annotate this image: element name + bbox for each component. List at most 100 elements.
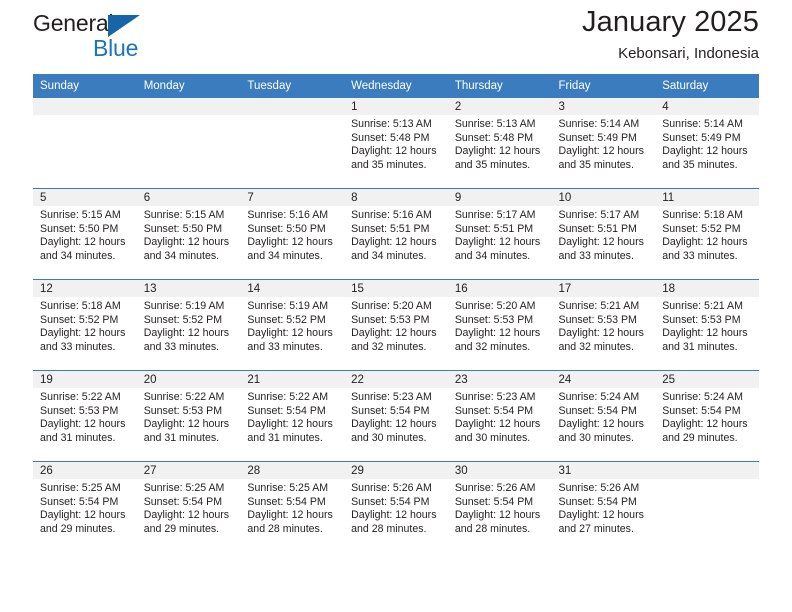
calendar-day-cell[interactable]: 29 Sunrise: 5:26 AM Sunset: 5:54 PM Dayligh… — [344, 461, 448, 552]
day-details: Sunrise: 5:18 AM Sunset: 5:52 PM Daylight:… — [655, 206, 759, 263]
sunrise-text: Sunrise: 5:18 AM — [40, 300, 121, 312]
brand-logo[interactable]: General Blue — [33, 10, 213, 66]
calendar-week-row: 1 Sunrise: 5:13 AM Sunset: 5:48 PM Daylight… — [33, 98, 759, 189]
day-number: 23 — [447, 371, 552, 388]
calendar-day-cell-inner: 21 Sunrise: 5:22 AM Sunset: 5:54 PM Dayligh… — [240, 371, 345, 461]
calendar-day-cell[interactable]: 19 Sunrise: 5:22 AM Sunset: 5:53 PM Dayligh… — [33, 370, 137, 462]
calendar-day-cell[interactable]: 18 Sunrise: 5:21 AM Sunset: 5:53 PM Dayligh… — [655, 279, 759, 371]
day-details: Sunrise: 5:22 AM Sunset: 5:53 PM Daylight:… — [137, 388, 241, 445]
calendar-day-cell[interactable]: 16 Sunrise: 5:20 AM Sunset: 5:53 PM Dayligh… — [447, 279, 552, 371]
calendar-day-cell[interactable]: 10 Sunrise: 5:17 AM Sunset: 5:51 PM Dayligh… — [551, 188, 656, 280]
day-details: Sunrise: 5:25 AM Sunset: 5:54 PM Daylight:… — [137, 479, 241, 536]
calendar-day-cell[interactable]: 4 Sunrise: 5:14 AM Sunset: 5:49 PM Daylight… — [655, 98, 759, 189]
calendar-day-cell-inner: 22 Sunrise: 5:23 AM Sunset: 5:54 PM Dayligh… — [344, 371, 448, 461]
calendar-day-cell[interactable]: 5 Sunrise: 5:15 AM Sunset: 5:50 PM Daylight… — [33, 188, 137, 280]
calendar-day-cell[interactable]: 24 Sunrise: 5:24 AM Sunset: 5:54 PM Dayligh… — [551, 370, 656, 462]
sunset-text: Sunset: 5:50 PM — [40, 222, 119, 235]
daylight-text-line2: and 27 minutes. — [558, 522, 634, 535]
calendar-day-cell[interactable]: 6 Sunrise: 5:15 AM Sunset: 5:50 PM Daylight… — [136, 188, 241, 280]
sunrise-text: Sunrise: 5:22 AM — [143, 391, 225, 403]
daylight-text-line2: and 32 minutes. — [351, 340, 427, 353]
day-number: 14 — [240, 280, 345, 297]
calendar-week-row: 19 Sunrise: 5:22 AM Sunset: 5:53 PM Dayligh… — [33, 370, 759, 462]
daylight-text-line1: Daylight: 12 hours — [143, 509, 230, 522]
calendar-day-cell[interactable]: 28 Sunrise: 5:25 AM Sunset: 5:54 PM Dayligh… — [240, 461, 345, 552]
sunrise-text: Sunrise: 5:22 AM — [40, 391, 121, 403]
sunrise-text: Sunrise: 5:15 AM — [40, 209, 121, 221]
daylight-text-line1: Daylight: 12 hours — [247, 418, 333, 431]
calendar-day-cell-inner — [240, 98, 345, 188]
calendar-day-cell-inner — [655, 462, 759, 552]
calendar-day-cell[interactable]: 15 Sunrise: 5:20 AM Sunset: 5:53 PM Dayligh… — [344, 279, 448, 371]
brand-logo-text-blue: Blue — [93, 35, 139, 61]
calendar-day-cell[interactable]: 1 Sunrise: 5:13 AM Sunset: 5:48 PM Daylight… — [344, 98, 448, 189]
daylight-text-line2: and 34 minutes. — [247, 249, 323, 262]
calendar-day-cell[interactable]: 20 Sunrise: 5:22 AM Sunset: 5:53 PM Dayligh… — [136, 370, 241, 462]
calendar-day-cell[interactable]: 31 Sunrise: 5:26 AM Sunset: 5:54 PM Dayligh… — [551, 461, 656, 552]
calendar-day-cell[interactable]: 22 Sunrise: 5:23 AM Sunset: 5:54 PM Dayligh… — [344, 370, 448, 462]
day-number: 17 — [551, 280, 656, 297]
calendar-page: General Blue January 2025 Kebonsari, Ind… — [0, 0, 792, 612]
sunset-text: Sunset: 5:54 PM — [558, 404, 637, 417]
day-number — [136, 98, 241, 115]
daylight-text-line2: and 29 minutes. — [40, 522, 116, 535]
calendar-day-cell-inner: 10 Sunrise: 5:17 AM Sunset: 5:51 PM Dayligh… — [551, 189, 656, 279]
sunset-text: Sunset: 5:53 PM — [40, 404, 119, 417]
sunset-text: Sunset: 5:52 PM — [247, 313, 326, 326]
calendar-day-cell-inner: 27 Sunrise: 5:25 AM Sunset: 5:54 PM Dayligh… — [136, 462, 241, 552]
calendar-day-cell[interactable]: 9 Sunrise: 5:17 AM Sunset: 5:51 PM Daylight… — [447, 188, 552, 280]
calendar-day-cell[interactable]: 12 Sunrise: 5:18 AM Sunset: 5:52 PM Dayligh… — [33, 279, 137, 371]
daylight-text-line2: and 30 minutes. — [558, 431, 634, 444]
calendar-day-cell[interactable]: 30 Sunrise: 5:26 AM Sunset: 5:54 PM Dayligh… — [447, 461, 552, 552]
daylight-text-line1: Daylight: 12 hours — [40, 327, 126, 340]
day-number: 20 — [136, 371, 241, 388]
calendar-day-cell[interactable]: 13 Sunrise: 5:19 AM Sunset: 5:52 PM Dayligh… — [136, 279, 241, 371]
daylight-text-line2: and 31 minutes. — [143, 431, 220, 444]
calendar-day-cell[interactable]: 3 Sunrise: 5:14 AM Sunset: 5:49 PM Daylight… — [551, 98, 656, 189]
calendar-day-cell[interactable]: 14 Sunrise: 5:19 AM Sunset: 5:52 PM Dayligh… — [240, 279, 345, 371]
weekday-header-thursday: Thursday — [447, 74, 552, 98]
sunrise-text: Sunrise: 5:16 AM — [247, 209, 329, 221]
day-number: 15 — [344, 280, 448, 297]
day-details: Sunrise: 5:14 AM Sunset: 5:49 PM Daylight:… — [655, 115, 759, 172]
day-number: 12 — [33, 280, 137, 297]
day-number: 2 — [447, 98, 552, 115]
daylight-text-line1: Daylight: 12 hours — [351, 145, 437, 158]
daylight-text-line1: Daylight: 12 hours — [558, 418, 644, 431]
day-number: 19 — [33, 371, 137, 388]
sunrise-text: Sunrise: 5:26 AM — [454, 482, 536, 494]
day-details: Sunrise: 5:24 AM Sunset: 5:54 PM Daylight:… — [655, 388, 759, 445]
day-details: Sunrise: 5:19 AM Sunset: 5:52 PM Daylight:… — [137, 297, 241, 354]
calendar-day-cell[interactable]: 27 Sunrise: 5:25 AM Sunset: 5:54 PM Dayligh… — [136, 461, 241, 552]
daylight-text-line2: and 30 minutes. — [351, 431, 427, 444]
calendar-day-cell[interactable]: 21 Sunrise: 5:22 AM Sunset: 5:54 PM Dayligh… — [240, 370, 345, 462]
calendar-day-cell-inner: 17 Sunrise: 5:21 AM Sunset: 5:53 PM Dayligh… — [551, 280, 656, 370]
daylight-text-line2: and 31 minutes. — [247, 431, 323, 444]
calendar-day-cell[interactable]: 11 Sunrise: 5:18 AM Sunset: 5:52 PM Dayligh… — [655, 188, 759, 280]
calendar-week-row: 5 Sunrise: 5:15 AM Sunset: 5:50 PM Daylight… — [33, 188, 759, 280]
sunset-text: Sunset: 5:54 PM — [40, 495, 119, 508]
sunrise-text: Sunrise: 5:19 AM — [143, 300, 225, 312]
daylight-text-line2: and 32 minutes. — [454, 340, 531, 353]
calendar-day-cell[interactable]: 2 Sunrise: 5:13 AM Sunset: 5:48 PM Daylight… — [447, 98, 552, 189]
calendar-day-cell[interactable]: 8 Sunrise: 5:16 AM Sunset: 5:51 PM Daylight… — [344, 188, 448, 280]
sunset-text: Sunset: 5:53 PM — [351, 313, 430, 326]
calendar-day-cell[interactable]: 26 Sunrise: 5:25 AM Sunset: 5:54 PM Dayligh… — [33, 461, 137, 552]
brand-triangle-icon — [108, 15, 140, 37]
daylight-text-line2: and 28 minutes. — [454, 522, 531, 535]
day-details: Sunrise: 5:26 AM Sunset: 5:54 PM Daylight:… — [448, 479, 552, 536]
sunset-text: Sunset: 5:53 PM — [454, 313, 534, 326]
day-details: Sunrise: 5:22 AM Sunset: 5:53 PM Daylight:… — [33, 388, 137, 445]
calendar-day-cell[interactable]: 25 Sunrise: 5:24 AM Sunset: 5:54 PM Dayligh… — [655, 370, 759, 462]
day-number: 1 — [344, 98, 448, 115]
weekday-header-tuesday: Tuesday — [240, 74, 345, 98]
calendar-day-cell[interactable]: 17 Sunrise: 5:21 AM Sunset: 5:53 PM Dayligh… — [551, 279, 656, 371]
calendar-day-cell[interactable]: 7 Sunrise: 5:16 AM Sunset: 5:50 PM Daylight… — [240, 188, 345, 280]
calendar-day-cell-inner: 30 Sunrise: 5:26 AM Sunset: 5:54 PM Dayligh… — [447, 462, 552, 552]
day-number: 25 — [655, 371, 759, 388]
daylight-text-line2: and 35 minutes. — [351, 158, 427, 171]
day-details: Sunrise: 5:20 AM Sunset: 5:53 PM Daylight:… — [448, 297, 552, 354]
calendar-day-cell[interactable]: 23 Sunrise: 5:23 AM Sunset: 5:54 PM Dayligh… — [447, 370, 552, 462]
calendar-day-cell-inner: 26 Sunrise: 5:25 AM Sunset: 5:54 PM Dayligh… — [33, 462, 137, 552]
sunrise-text: Sunrise: 5:21 AM — [558, 300, 640, 312]
